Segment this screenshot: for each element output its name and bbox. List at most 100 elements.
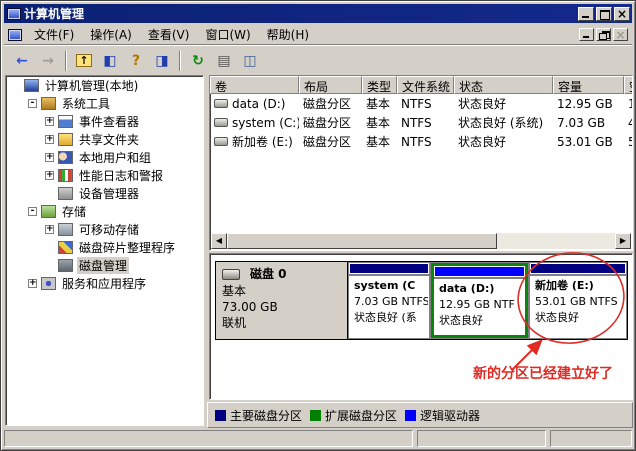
minimize-button[interactable] xyxy=(578,7,594,21)
refresh-button[interactable]: ↻ xyxy=(186,50,210,72)
disk-name: 磁盘 0 xyxy=(250,266,287,282)
collapse-icon[interactable]: - xyxy=(28,207,37,216)
column-header-0[interactable]: 卷 xyxy=(210,76,299,94)
cell-status: 状态良好 xyxy=(454,133,553,150)
show-pane-button[interactable]: ◨ xyxy=(150,50,174,72)
cell-fs: NTFS xyxy=(397,135,454,149)
volume-row-1[interactable]: system (C:)磁盘分区基本NTFS状态良好 (系统)7.03 GB4. xyxy=(210,113,632,132)
cell-capacity: 7.03 GB xyxy=(553,116,624,130)
tree-item-9[interactable]: 磁盘碎片整理程序 xyxy=(6,238,203,256)
mdi-restore-button[interactable] xyxy=(596,28,611,41)
volume-icon xyxy=(214,118,228,127)
show-pane-icon: ◨ xyxy=(155,53,168,69)
console-window-icon xyxy=(8,29,22,41)
volume-row-2[interactable]: 新加卷 (E:)磁盘分区基本NTFS状态良好53.01 GB52 xyxy=(210,132,632,151)
show-console-tree-button[interactable]: ◧ xyxy=(98,50,122,72)
partition-legend: 主要磁盘分区扩展磁盘分区逻辑驱动器 xyxy=(207,402,633,428)
back-button[interactable]: ← xyxy=(10,50,34,72)
partition-2[interactable]: 新加卷 (E:)53.01 GB NTFS状态良好 xyxy=(530,263,626,338)
partitions-strip: system (C7.03 GB NTFS状态良好 (系data (D:)12.… xyxy=(348,262,627,339)
legend-color-swatch xyxy=(405,410,416,421)
partition-label: data (D:)12.95 GB NTF状态良好 xyxy=(434,279,525,335)
column-header-1[interactable]: 布局 xyxy=(299,76,362,94)
status-cell-0 xyxy=(4,430,413,447)
scrollbar-thumb[interactable] xyxy=(227,233,497,249)
volume-name: data (D:) xyxy=(232,97,286,111)
legend-item-0: 主要磁盘分区 xyxy=(215,407,302,424)
volume-name: system (C:) xyxy=(232,116,299,130)
console-tree-panel: 计算机管理(本地) - 系统工具 + 事件查看器 + 共享文件夹+本地用户和组+性能日志和警… xyxy=(5,75,204,426)
tree-item-3[interactable]: + 共享文件夹 xyxy=(6,130,203,148)
disk-icon xyxy=(222,269,240,280)
menu-action[interactable]: 操作(A) xyxy=(82,23,140,46)
expand-icon[interactable]: + xyxy=(45,153,54,162)
cell-type: 基本 xyxy=(362,133,397,150)
partition-line2: 12.95 GB NTF xyxy=(439,297,520,313)
cell-status: 状态良好 (系统) xyxy=(454,114,553,131)
mdi-minimize-button[interactable] xyxy=(579,28,594,41)
expand-icon[interactable]: + xyxy=(45,117,54,126)
menu-help[interactable]: 帮助(H) xyxy=(259,23,317,46)
cell-free: 12 xyxy=(624,97,632,111)
collapse-icon[interactable]: - xyxy=(28,99,37,108)
tree-item-4[interactable]: +本地用户和组 xyxy=(6,148,203,166)
status-cell-1 xyxy=(417,430,546,447)
manage-computer-button[interactable]: ◫ xyxy=(238,50,262,72)
column-header-5[interactable]: 容量 xyxy=(553,76,624,94)
tree-label: 共享文件夹 xyxy=(77,131,141,148)
tree-item-5[interactable]: +性能日志和警报 xyxy=(6,166,203,184)
mdi-close-button[interactable] xyxy=(613,28,628,41)
expand-icon[interactable]: + xyxy=(28,279,37,288)
cell-layout: 磁盘分区 xyxy=(299,95,362,112)
volume-row-0[interactable]: data (D:)磁盘分区基本NTFS状态良好12.95 GB12 xyxy=(210,94,632,113)
expand-icon[interactable]: + xyxy=(45,171,54,180)
expand-icon[interactable]: + xyxy=(45,225,54,234)
menu-view[interactable]: 查看(V) xyxy=(140,23,198,46)
computer-management-window: 计算机管理 文件(F)操作(A)查看(V)窗口(W)帮助(H) ← → ↑◧? ◨ ↻▤… xyxy=(0,0,636,451)
menu-file[interactable]: 文件(F) xyxy=(26,23,82,46)
title-bar: 计算机管理 xyxy=(4,4,632,23)
toolbar: ← → ↑◧? ◨ ↻▤◫ xyxy=(4,47,632,74)
maximize-button[interactable] xyxy=(596,7,612,21)
partition-line3: 状态良好 xyxy=(535,310,621,326)
properties-button[interactable]: ▤ xyxy=(212,50,236,72)
cell-type: 基本 xyxy=(362,114,397,131)
cell-layout: 磁盘分区 xyxy=(299,133,362,150)
menu-window[interactable]: 窗口(W) xyxy=(197,23,258,46)
partition-0[interactable]: system (C7.03 GB NTFS状态良好 (系 xyxy=(349,263,429,338)
tree-item-11[interactable]: +服务和应用程序 xyxy=(6,274,203,292)
scroll-right-icon[interactable]: ▶ xyxy=(615,233,631,249)
disk-info-box[interactable]: 磁盘 0 基本 73.00 GB 联机 xyxy=(216,262,348,339)
device-manager-icon xyxy=(58,187,73,200)
legend-label: 扩展磁盘分区 xyxy=(325,407,397,424)
scroll-left-icon[interactable]: ◀ xyxy=(211,233,227,249)
column-header-4[interactable]: 状态 xyxy=(454,76,553,94)
forward-icon: → xyxy=(42,53,54,69)
scrollbar-track[interactable] xyxy=(497,233,615,249)
tree-item-8[interactable]: +可移动存储 xyxy=(6,220,203,238)
partition-1[interactable]: data (D:)12.95 GB NTF状态良好 xyxy=(431,263,528,338)
computer-management-icon xyxy=(7,8,21,20)
column-header-3[interactable]: 文件系统 xyxy=(397,76,454,94)
up-folder-button[interactable]: ↑ xyxy=(72,50,96,72)
tree-label: 系统工具 xyxy=(60,95,112,112)
tree-item-1[interactable]: - 系统工具 xyxy=(6,94,203,112)
system-tools-icon xyxy=(41,97,56,110)
column-header-2[interactable]: 类型 xyxy=(362,76,397,94)
disk-status: 联机 xyxy=(222,315,341,331)
column-header-6[interactable]: 空 xyxy=(624,76,632,94)
forward-button[interactable]: → xyxy=(36,50,60,72)
partition-name: 新加卷 (E:) xyxy=(535,278,621,294)
help-pages-button[interactable]: ? xyxy=(124,50,148,72)
close-button[interactable] xyxy=(614,7,630,21)
tree-item-6[interactable]: 设备管理器 xyxy=(6,184,203,202)
cell-free: 52 xyxy=(624,135,632,149)
tree-label: 事件查看器 xyxy=(77,113,141,130)
horizontal-scrollbar[interactable]: ◀ ▶ xyxy=(211,233,631,249)
expand-icon[interactable]: + xyxy=(45,135,54,144)
tree-item-0[interactable]: 计算机管理(本地) xyxy=(6,76,203,94)
tree-item-7[interactable]: -存储 xyxy=(6,202,203,220)
partition-name: system (C xyxy=(354,278,424,294)
tree-item-2[interactable]: + 事件查看器 xyxy=(6,112,203,130)
tree-item-10[interactable]: 磁盘管理 xyxy=(6,256,203,274)
